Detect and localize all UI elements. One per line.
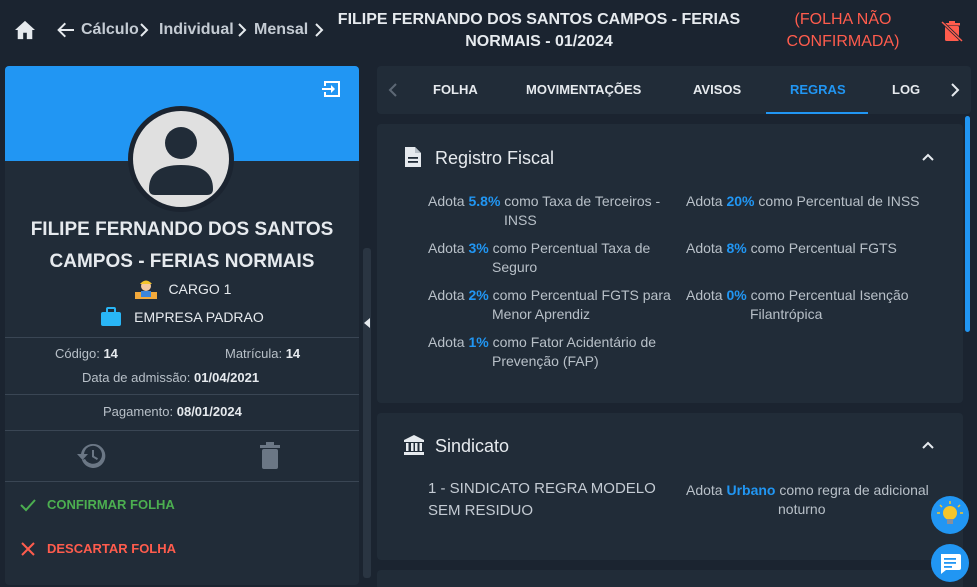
rule-item: Adota 5.8% como Taxa de Terceiros - INSS: [428, 193, 661, 228]
rule-item: Adota 0% como Percentual Isenção Filantr…: [686, 287, 909, 322]
sindicato-card: Sindicato 1 - SINDICATO REGRA MODELO SEM…: [377, 413, 963, 560]
divider: [5, 394, 359, 395]
rule-item: Adota 3% como Percentual Taxa de Seguro: [428, 240, 651, 275]
sindicato-title: Sindicato: [435, 436, 510, 456]
employee-panel: FILIPE FERNANDO DOS SANTOS CAMPOS - FERI…: [5, 66, 359, 585]
panel-scrollbar[interactable]: [363, 248, 371, 578]
home-icon[interactable]: [14, 20, 36, 40]
check-icon: [20, 499, 36, 512]
chevron-right-icon: [238, 23, 247, 37]
bank-icon: [404, 435, 424, 455]
chat-button[interactable]: [931, 544, 969, 582]
rule-item: Adota 2% como Percentual FGTS para Menor…: [428, 287, 671, 322]
rule-item: Adota 8% como Percentual FGTS: [686, 240, 897, 256]
content-scrollbar[interactable]: [965, 116, 970, 332]
chevron-right-icon[interactable]: [949, 82, 961, 98]
tips-button[interactable]: [931, 496, 969, 534]
chevron-right-icon: [315, 23, 324, 37]
chat-icon: [941, 554, 961, 574]
registro-fiscal-title: Registro Fiscal: [435, 148, 555, 168]
divider: [5, 430, 359, 431]
chevron-up-icon[interactable]: [921, 440, 935, 450]
chevron-up-icon[interactable]: [921, 152, 935, 162]
top-bar: Cálculo Individual Mensal FILIPE FERNAND…: [0, 0, 977, 60]
discard-sheet-icon[interactable]: [941, 20, 963, 42]
tab-bar: FOLHA MOVIMENTAÇÕES AVISOS REGRAS LOG: [377, 66, 971, 114]
employee-cargo: CARGO 1: [5, 278, 359, 300]
codigo-field: Código: 14: [55, 346, 118, 361]
status-text: (FOLHA NÃO CONFIRMADA): [786, 11, 900, 50]
document-icon: [405, 147, 421, 167]
divider: [5, 337, 359, 338]
breadcrumb-mensal[interactable]: Mensal: [254, 21, 308, 39]
tab-avisos[interactable]: AVISOS: [693, 82, 741, 97]
lightbulb-icon: [937, 501, 963, 524]
briefcase-icon: [101, 307, 122, 326]
close-icon: [21, 542, 35, 556]
tab-folha[interactable]: FOLHA: [433, 82, 478, 97]
registro-fiscal-card: Registro Fiscal Adota 5.8% como Taxa de …: [377, 124, 963, 403]
breadcrumb-calculo[interactable]: Cálculo: [81, 21, 139, 39]
tab-log[interactable]: LOG: [892, 82, 920, 97]
next-card: [377, 570, 963, 587]
employee-company: EMPRESA PADRAO: [5, 307, 359, 327]
chevron-left-icon[interactable]: [387, 82, 399, 98]
tab-regras[interactable]: REGRAS: [790, 82, 846, 97]
avatar: [128, 106, 234, 212]
exit-icon[interactable]: [321, 78, 343, 100]
chevron-right-icon: [140, 23, 149, 37]
divider: [5, 481, 359, 482]
collapse-panel-icon[interactable]: [364, 318, 370, 328]
employee-name: FILIPE FERNANDO DOS SANTOS CAMPOS - FERI…: [30, 219, 334, 272]
tab-movimentacoes[interactable]: MOVIMENTAÇÕES: [526, 82, 641, 97]
worker-icon: [134, 280, 157, 299]
admissao-field: Data de admissão: 01/04/2021: [82, 370, 260, 385]
rule-item: Adota 20% como Percentual de INSS: [686, 193, 920, 209]
rule-item: Adota Urbano como regra de adicional not…: [686, 482, 929, 517]
rule-item: Adota 1% como Fator Acidentário de Preve…: [428, 334, 657, 369]
matricula-field: Matrícula: 14: [225, 346, 301, 361]
page-title: FILIPE FERNANDO DOS SANTOS CAMPOS - FERI…: [337, 11, 741, 50]
active-tab-indicator: [766, 112, 868, 114]
trash-icon[interactable]: [254, 440, 286, 472]
arrow-back-icon[interactable]: [56, 20, 76, 40]
person-icon: [149, 127, 213, 195]
sindicato-name: 1 - SINDICATO REGRA MODELO SEM RESIDUO: [428, 480, 656, 519]
pagamento-field: Pagamento: 08/01/2024: [103, 404, 242, 419]
breadcrumb-individual[interactable]: Individual: [159, 21, 234, 39]
restore-icon[interactable]: [76, 440, 108, 472]
